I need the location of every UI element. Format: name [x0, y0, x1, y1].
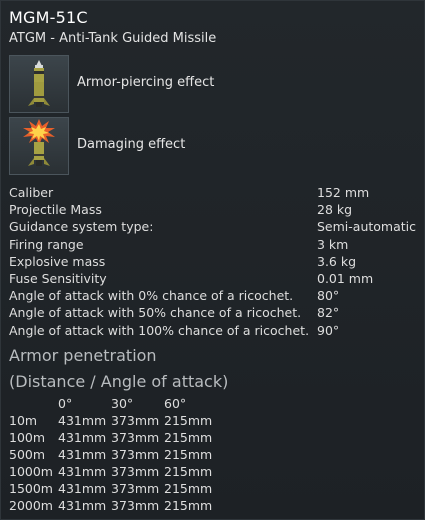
angle-header: 30°	[111, 396, 134, 411]
shell-info-tooltip: MGM-51C ATGM - Anti-Tank Guided Missile …	[0, 0, 425, 520]
spec-row-ricochet-100: Angle of attack with 100% chance of a ri…	[9, 322, 419, 339]
penetration-cell: 215mm	[164, 447, 213, 462]
penetration-cell: 431mm	[58, 447, 107, 462]
penetration-cell: 373mm	[111, 498, 160, 513]
spec-value: 90°	[317, 322, 340, 338]
armor-penetration-heading: Armor penetration	[9, 346, 157, 365]
damaging-effect-label: Damaging effect	[77, 137, 186, 152]
penetration-cell: 373mm	[111, 413, 160, 428]
spec-row-explosive-mass: Explosive mass 3.6 kg	[9, 253, 419, 270]
armor-piercing-missile-icon	[9, 55, 69, 113]
spec-value: 152 mm	[317, 185, 370, 200]
damaging-explosion-missile-icon	[9, 117, 69, 175]
distance-cell: 100m	[9, 430, 46, 445]
armor-penetration-subheading: (Distance / Angle of attack)	[9, 372, 229, 391]
spec-value: 3.6 kg	[317, 253, 357, 269]
armor-piercing-effect-row: Armor-piercing effect	[9, 55, 409, 115]
shell-title: MGM-51C	[9, 8, 88, 27]
shell-subtitle: ATGM - Anti-Tank Guided Missile	[9, 31, 217, 46]
penetration-cell: 431mm	[58, 464, 107, 479]
penetration-cell: 215mm	[164, 498, 213, 513]
angle-header: 0°	[58, 396, 73, 411]
spec-row-firing-range: Firing range 3 km	[9, 236, 419, 253]
distance-cell: 1000m	[9, 464, 53, 479]
spec-row-caliber: Caliber 152 mm	[9, 184, 419, 201]
spec-name: Firing range	[9, 236, 84, 252]
spec-row-ricochet-50: Angle of attack with 50% chance of a ric…	[9, 304, 419, 321]
armor-piercing-effect-label: Armor-piercing effect	[77, 75, 215, 90]
spec-list: Caliber 152 mm Projectile Mass 28 kg Gui…	[9, 184, 419, 339]
penetration-cell: 215mm	[164, 464, 213, 479]
spec-name: Angle of attack with 0% chance of a rico…	[9, 288, 294, 304]
spec-value: 80°	[317, 288, 340, 304]
spec-value: Semi-automatic	[317, 219, 416, 235]
spec-value: 0.01 mm	[317, 270, 374, 286]
penetration-cell: 373mm	[111, 481, 160, 496]
spec-value: 82°	[317, 305, 340, 321]
spec-name: Angle of attack with 100% chance of a ri…	[9, 322, 310, 338]
spec-value: 28 kg	[317, 202, 353, 218]
spec-name: Fuse Sensitivity	[9, 270, 107, 286]
spec-row-ricochet-0: Angle of attack with 0% chance of a rico…	[9, 287, 419, 304]
penetration-cell: 215mm	[164, 430, 213, 445]
damaging-effect-row: Damaging effect	[9, 117, 409, 177]
penetration-cell: 431mm	[58, 413, 107, 428]
spec-name: Angle of attack with 50% chance of a ric…	[9, 305, 302, 321]
penetration-cell: 431mm	[58, 481, 107, 496]
penetration-cell: 373mm	[111, 447, 160, 462]
spec-name: Caliber	[9, 185, 54, 200]
penetration-cell: 431mm	[58, 498, 107, 513]
spec-name: Guidance system type:	[9, 219, 154, 235]
penetration-cell: 373mm	[111, 430, 160, 445]
spec-name: Projectile Mass	[9, 202, 102, 218]
distance-cell: 500m	[9, 447, 46, 462]
spec-name: Explosive mass	[9, 253, 106, 269]
penetration-cell: 431mm	[58, 430, 107, 445]
spec-row-projectile-mass: Projectile Mass 28 kg	[9, 201, 419, 218]
penetration-cell: 215mm	[164, 481, 213, 496]
distance-cell: 10m	[9, 413, 38, 428]
penetration-cell: 373mm	[111, 464, 160, 479]
angle-header: 60°	[164, 396, 187, 411]
spec-row-fuse-sensitivity: Fuse Sensitivity 0.01 mm	[9, 270, 419, 287]
penetration-cell: 215mm	[164, 413, 213, 428]
spec-value: 3 km	[317, 236, 349, 252]
distance-cell: 2000m	[9, 498, 53, 513]
spec-row-guidance: Guidance system type: Semi-automatic	[9, 218, 419, 235]
distance-cell: 1500m	[9, 481, 53, 496]
